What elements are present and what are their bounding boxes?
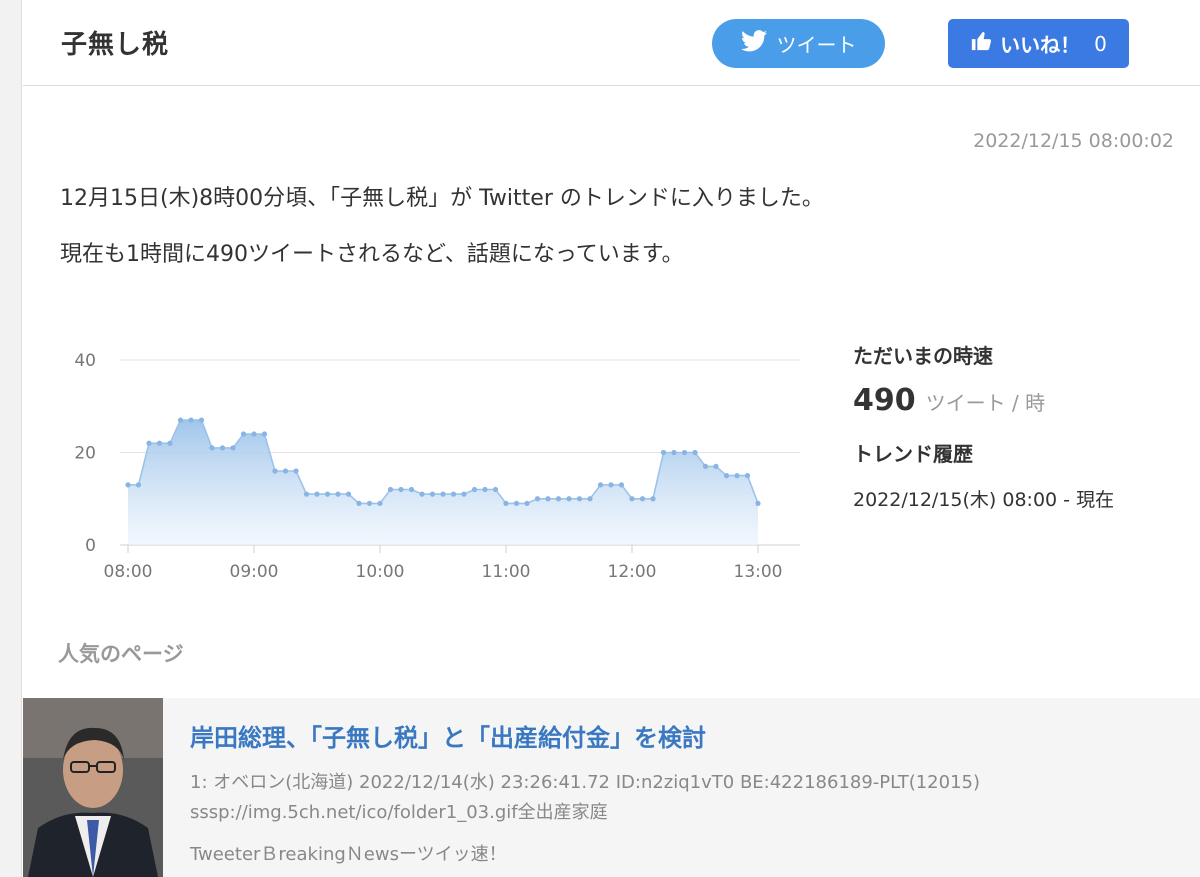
- chart-point: [335, 491, 341, 497]
- article-thumbnail[interactable]: [23, 698, 163, 877]
- chart-point: [545, 496, 551, 502]
- chart-point: [660, 449, 667, 456]
- speed-readout: 490 ツイート / 時: [853, 383, 1114, 418]
- chart-point: [429, 491, 436, 497]
- chart-point: [408, 486, 415, 493]
- chart-point: [618, 482, 625, 488]
- chart-point: [135, 482, 142, 488]
- chart-point: [450, 491, 457, 497]
- history-heading: トレンド履歴: [853, 442, 973, 466]
- chart-point: [261, 431, 268, 437]
- chart-point: [471, 486, 478, 493]
- chart-point: [251, 431, 257, 437]
- chart-point: [534, 496, 541, 502]
- trend-summary-line-1: 12月15日(木)8時00分頃、「子無し税」が Twitter のトレンドに入り…: [60, 186, 824, 211]
- chart-point: [387, 486, 394, 493]
- chart-point: [345, 491, 352, 497]
- chart-point: [272, 468, 278, 474]
- chart-point: [650, 496, 656, 502]
- y-tick-label: 40: [74, 351, 96, 371]
- popular-page-meta: 1: オベロン(北海道) 2022/12/14(水) 23:26:41.72 I…: [190, 772, 981, 793]
- chart-point: [639, 496, 646, 502]
- chart-point: [366, 500, 373, 506]
- chart-point: [282, 468, 289, 474]
- like-button[interactable]: いいね！ 0: [948, 19, 1129, 68]
- speed-unit: ツイート / 時: [925, 391, 1046, 415]
- popular-page-meta-url: sssp://img.5ch.net/ico/folder1_03.gif全出産…: [190, 802, 608, 823]
- header-bar: 子無し税 ツイート いいね！ 0: [23, 0, 1200, 86]
- chart-point: [303, 491, 310, 497]
- x-tick-label: 13:00: [734, 562, 783, 582]
- chart-point: [671, 449, 677, 456]
- page-title: 子無し税: [61, 30, 170, 60]
- left-gutter: [0, 0, 22, 877]
- chart-point: [293, 468, 299, 474]
- chart-point: [230, 445, 236, 451]
- y-tick-label: 0: [85, 536, 96, 556]
- chart-point: [177, 417, 184, 423]
- chart-point: [198, 417, 205, 423]
- y-tick-label: 20: [74, 444, 96, 464]
- tweet-volume-chart: 0 20 40 08:00 09:00 10:00 11:00 12:00 13:00: [74, 351, 800, 582]
- stats-panel: ただいまの時速 490 ツイート / 時 トレンド履歴 2022/12/15(木…: [853, 340, 1114, 512]
- chart-point: [188, 417, 194, 423]
- chart-point: [576, 496, 583, 502]
- x-tick-label: 09:00: [230, 562, 279, 582]
- tweet-button-label: ツイート: [776, 33, 857, 57]
- popular-page-source: TweeterＢreakingＮewsーツイッ速！: [190, 844, 507, 865]
- chart-point: [314, 491, 320, 497]
- chart-point: [566, 496, 572, 502]
- speed-value: 490: [853, 383, 916, 418]
- chart-point: [219, 445, 226, 451]
- chart-point: [692, 449, 698, 456]
- chart-point: [240, 431, 247, 437]
- chart-point: [125, 482, 131, 488]
- chart-point: [398, 486, 404, 493]
- chart-point: [513, 500, 520, 506]
- chart-point: [629, 496, 635, 502]
- chart-point: [555, 496, 562, 502]
- chart-point: [324, 491, 331, 497]
- chart-point: [702, 463, 709, 469]
- popular-page-title[interactable]: 岸田総理、「子無し税」と「出産給付金」を検討: [190, 718, 706, 753]
- chart-point: [209, 445, 215, 451]
- chart-point: [146, 440, 152, 446]
- chart-point: [597, 482, 604, 488]
- post-timestamp: 2022/12/15 08:00:02: [973, 130, 1174, 152]
- popular-page-card[interactable]: 岸田総理、「子無し税」と「出産給付金」を検討 1: オベロン(北海道) 2022…: [23, 698, 1200, 877]
- speed-heading: ただいまの時速: [853, 344, 993, 368]
- thumbs-up-icon: [970, 30, 992, 57]
- history-range: 2022/12/15(木) 08:00 - 現在: [853, 489, 1115, 511]
- chart-point: [734, 473, 740, 479]
- chart-point: [482, 486, 488, 493]
- chart-point: [156, 440, 163, 446]
- trend-summary-line-2: 現在も1時間に490ツイートされるなど、話題になっています。: [60, 242, 684, 267]
- chart-point: [744, 473, 751, 479]
- popular-pages-heading: 人気のページ: [58, 642, 184, 666]
- x-tick-label: 12:00: [608, 562, 657, 582]
- chart-point: [608, 482, 614, 488]
- chart-point: [419, 491, 425, 497]
- chart-point: [755, 500, 761, 506]
- x-tick-label: 08:00: [104, 562, 153, 582]
- chart-point: [377, 500, 383, 506]
- chart-point: [503, 500, 509, 506]
- like-count: 0: [1094, 31, 1107, 56]
- x-tick-label: 11:00: [482, 562, 531, 582]
- chart-point: [587, 496, 593, 502]
- chart-point: [461, 491, 467, 497]
- chart-point: [440, 491, 446, 497]
- chart-point: [723, 473, 730, 479]
- chart-point: [524, 500, 530, 506]
- chart-point: [713, 463, 719, 469]
- chart-point: [356, 500, 362, 506]
- chart-point: [492, 486, 499, 493]
- chart-point: [681, 449, 688, 456]
- like-button-label: いいね！: [1000, 33, 1081, 57]
- chart-area-fill: [128, 420, 758, 545]
- chart-point: [167, 440, 173, 446]
- x-tick-label: 10:00: [356, 562, 405, 582]
- tweet-button[interactable]: ツイート: [712, 19, 885, 68]
- twitter-bird-icon: [740, 30, 767, 57]
